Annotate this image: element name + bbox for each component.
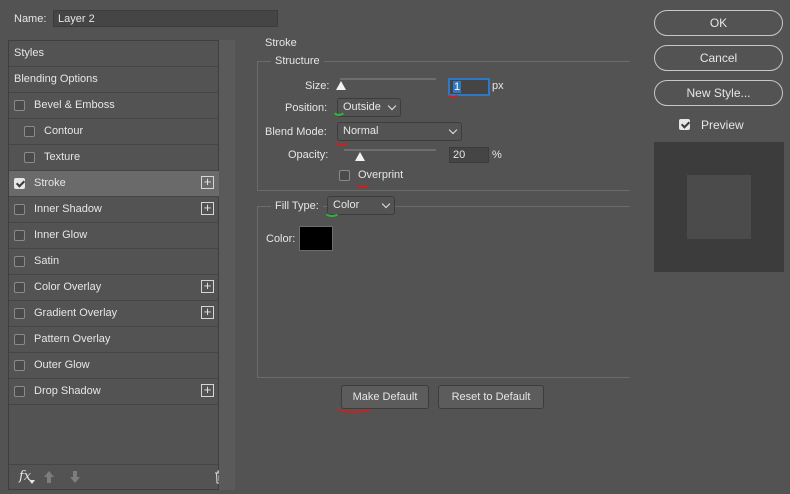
- style-checkbox[interactable]: [14, 360, 25, 371]
- style-item-inner-glow[interactable]: Inner Glow: [9, 223, 219, 249]
- preview-label: Preview: [701, 118, 744, 132]
- annotation-mark: [332, 102, 346, 116]
- preview-checkbox[interactable]: [679, 119, 690, 130]
- styles-scrollbar[interactable]: [219, 40, 235, 490]
- style-checkbox[interactable]: [14, 308, 25, 319]
- style-checkbox[interactable]: [14, 100, 25, 111]
- style-item-label: Outer Glow: [34, 359, 90, 371]
- name-label: Name:: [14, 13, 47, 25]
- structure-title: Structure: [271, 55, 324, 67]
- opacity-slider-track[interactable]: [344, 149, 436, 151]
- add-effect-plus-icon[interactable]: +: [201, 279, 214, 293]
- style-item-label: Color Overlay: [34, 281, 102, 293]
- size-slider-track[interactable]: [340, 78, 436, 80]
- layer-name-input[interactable]: Layer 2: [53, 10, 278, 27]
- style-preview: [654, 142, 784, 272]
- new-style-button[interactable]: New Style...: [654, 80, 783, 106]
- style-item-label: Bevel & Emboss: [34, 99, 115, 111]
- style-item-label: Styles: [14, 47, 44, 59]
- style-item-label: Blending Options: [14, 73, 98, 85]
- position-value: Outside: [343, 101, 381, 113]
- style-item-label: Gradient Overlay: [34, 307, 118, 319]
- opacity-label: Opacity:: [288, 149, 329, 161]
- style-item-texture[interactable]: Texture: [9, 145, 219, 171]
- add-effect-plus-icon[interactable]: +: [201, 383, 214, 397]
- style-checkbox[interactable]: [24, 152, 35, 163]
- arrow-up-icon[interactable]: [43, 470, 55, 484]
- ok-button[interactable]: OK: [654, 10, 783, 36]
- style-item-label: Stroke: [34, 177, 66, 189]
- color-label: Color:: [266, 233, 296, 245]
- preview-swatch: [687, 175, 751, 239]
- style-item-contour[interactable]: Contour: [9, 119, 219, 145]
- annotation-mark: [446, 88, 460, 98]
- annotation-mark: [334, 136, 350, 146]
- fill-type-label: Fill Type:: [271, 200, 323, 212]
- size-unit: px: [492, 80, 504, 92]
- position-label: Position:: [285, 102, 328, 114]
- annotation-mark: [334, 401, 374, 413]
- color-swatch[interactable]: [299, 226, 333, 251]
- fx-chevron-icon: [29, 480, 35, 484]
- style-item-outer-glow[interactable]: Outer Glow: [9, 353, 219, 379]
- styles-list: Styles Blending Options Bevel & Emboss Cont…: [8, 40, 225, 490]
- style-item-label: Contour: [44, 125, 84, 137]
- style-item-blending-options[interactable]: Blending Options: [9, 67, 219, 93]
- style-item-label: Satin: [34, 255, 60, 267]
- chevron-down-icon: [381, 199, 391, 209]
- style-item-label: Inner Glow: [34, 229, 88, 241]
- annotation-mark: [324, 207, 340, 217]
- style-item-label: Inner Shadow: [34, 203, 102, 215]
- style-item-label: Drop Shadow: [34, 385, 101, 397]
- style-item-pattern-overlay[interactable]: Pattern Overlay: [9, 327, 219, 353]
- arrow-down-icon[interactable]: [69, 470, 81, 484]
- overprint-checkbox[interactable]: [339, 170, 350, 181]
- style-item-label: Pattern Overlay: [34, 333, 111, 345]
- style-item-bevel-emboss[interactable]: Bevel & Emboss: [9, 93, 219, 119]
- style-item-inner-shadow[interactable]: Inner Shadow +: [9, 197, 219, 223]
- opacity-unit: %: [492, 149, 502, 161]
- style-checkbox[interactable]: [14, 282, 25, 293]
- add-effect-plus-icon[interactable]: +: [201, 175, 214, 189]
- reset-default-button[interactable]: Reset to Default: [438, 385, 544, 409]
- style-item-drop-shadow[interactable]: Drop Shadow +: [9, 379, 219, 405]
- opacity-input[interactable]: 20: [449, 147, 489, 163]
- style-checkbox[interactable]: [14, 230, 25, 241]
- style-item-stroke[interactable]: Stroke +: [9, 171, 219, 197]
- opacity-slider-thumb[interactable]: [355, 152, 365, 161]
- blend-mode-label: Blend Mode:: [265, 126, 327, 138]
- style-checkbox[interactable]: [14, 204, 25, 215]
- cancel-button[interactable]: Cancel: [654, 45, 783, 71]
- style-checkbox[interactable]: [14, 334, 25, 345]
- style-item-styles[interactable]: Styles: [9, 41, 219, 67]
- stroke-section-title: Stroke: [265, 37, 297, 49]
- add-effect-plus-icon[interactable]: +: [201, 305, 214, 319]
- chevron-down-icon: [448, 125, 458, 135]
- blend-mode-value: Normal: [343, 125, 379, 137]
- annotation-mark: [355, 178, 371, 188]
- size-label: Size:: [305, 80, 330, 92]
- style-checkbox[interactable]: [14, 178, 25, 189]
- style-checkbox[interactable]: [14, 256, 25, 267]
- style-item-gradient-overlay[interactable]: Gradient Overlay +: [9, 301, 219, 327]
- position-select[interactable]: Outside: [337, 98, 401, 117]
- style-item-label: Texture: [44, 151, 81, 163]
- style-item-satin[interactable]: Satin: [9, 249, 219, 275]
- style-checkbox[interactable]: [14, 386, 25, 397]
- size-slider-thumb[interactable]: [336, 81, 346, 90]
- chevron-down-icon: [387, 101, 397, 111]
- add-effect-plus-icon[interactable]: +: [201, 201, 214, 215]
- blend-mode-select[interactable]: Normal: [337, 122, 462, 141]
- style-item-color-overlay[interactable]: Color Overlay +: [9, 275, 219, 301]
- styles-bottom-bar: fx: [9, 464, 225, 489]
- style-checkbox[interactable]: [24, 126, 35, 137]
